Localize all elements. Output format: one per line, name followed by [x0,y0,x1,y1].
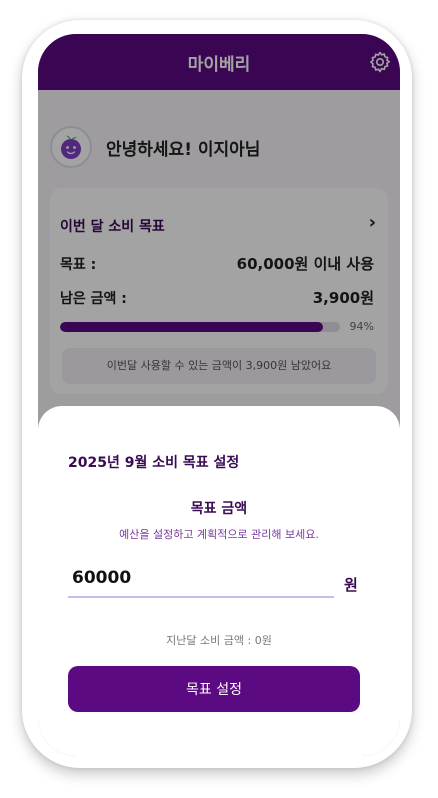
sheet-title: 2025년 9월 소비 목표 설정 [68,455,240,471]
goal-amount-input[interactable] [68,560,334,598]
currency-unit: 원 [344,576,358,594]
set-goal-button[interactable]: 목표 설정 [68,666,360,712]
amount-description: 예산을 설정하고 계획적으로 관리해 보세요. [119,528,319,541]
app-screen: 마이베리 안녕하세요! 이지아님 이번 달 소비 목표 › 목표 : 60,00… [38,34,400,756]
goal-setting-sheet: 2025년 9월 소비 목표 설정 목표 금액 예산을 설정하고 계획적으로 관… [38,406,400,756]
last-month-spending: 지난달 소비 금액 : 0원 [166,634,272,647]
amount-label: 목표 금액 [190,501,248,517]
